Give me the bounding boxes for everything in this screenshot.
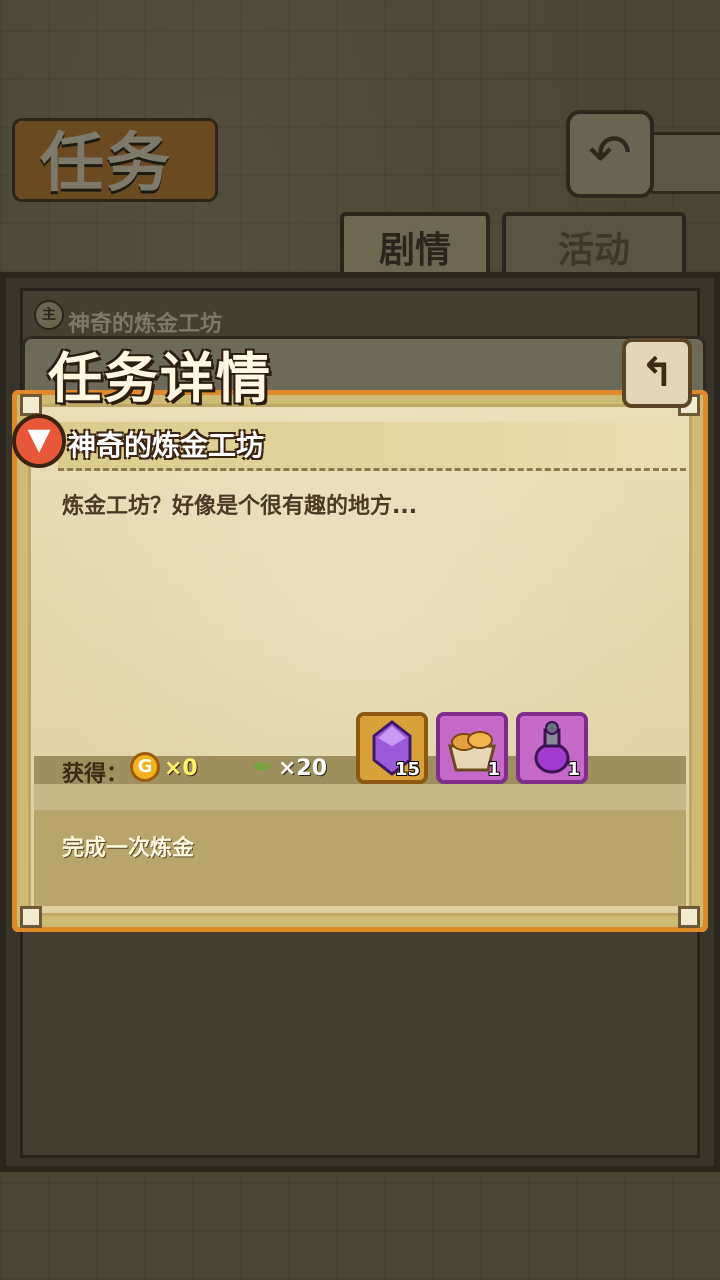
main-quest-badge: 主 <box>34 300 64 330</box>
modal-corner <box>20 394 42 416</box>
modal-title: 任务详情 <box>48 347 272 410</box>
feather-quantity: ×20 <box>278 756 328 781</box>
modal-corner <box>678 906 700 928</box>
back-button-rail <box>646 132 720 194</box>
gold-coin-icon: G <box>130 752 160 782</box>
reward-strip-base <box>34 784 686 810</box>
feather-icon: ✒ <box>252 753 274 783</box>
page-title: 任务 <box>40 127 172 201</box>
reward-item-bread[interactable]: 1 <box>436 712 508 784</box>
coin-quantity: ×0 <box>164 756 198 781</box>
item-quantity: 1 <box>567 759 580 780</box>
reward-item-crystal[interactable]: 15 <box>356 712 428 784</box>
item-quantity: 1 <box>487 759 500 780</box>
modal-corner <box>20 906 42 928</box>
return-arrow-icon: ↰ <box>640 350 674 396</box>
quest-description: 炼金工坊？好像是个很有趣的地方... <box>62 494 418 519</box>
completion-condition: 完成一次炼金 <box>62 836 195 861</box>
back-arrow-icon: ↶ <box>588 124 632 184</box>
close-button[interactable]: ↰ <box>622 338 692 408</box>
reward-label: 获得： <box>62 762 129 787</box>
back-button[interactable]: ↶ <box>566 110 654 198</box>
quest-title: 神奇的炼金工坊 <box>68 429 265 462</box>
quest-marker-icon: ▼ <box>12 414 66 468</box>
reward-item-vase[interactable]: 1 <box>516 712 588 784</box>
item-quantity: 15 <box>394 759 420 780</box>
